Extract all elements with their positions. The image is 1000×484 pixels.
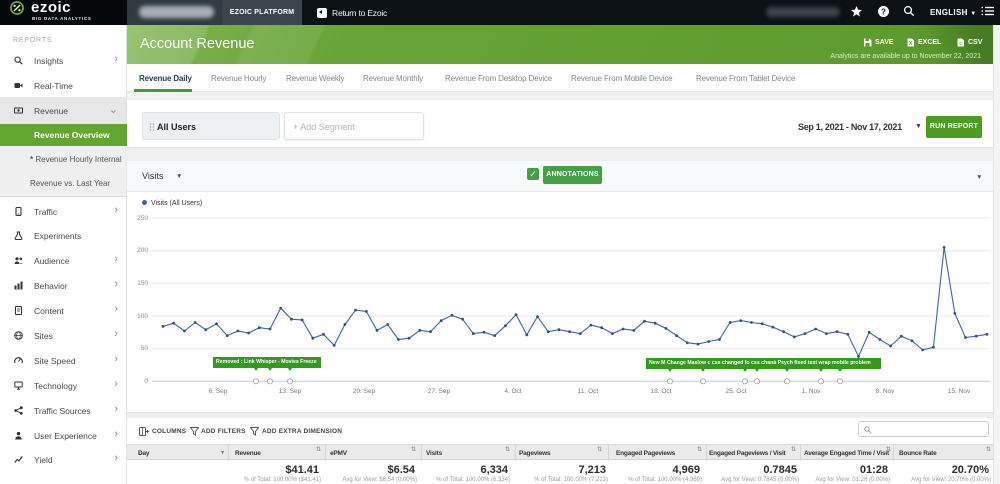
- svg-text:c: c: [959, 41, 962, 47]
- svg-text:?: ?: [881, 7, 886, 16]
